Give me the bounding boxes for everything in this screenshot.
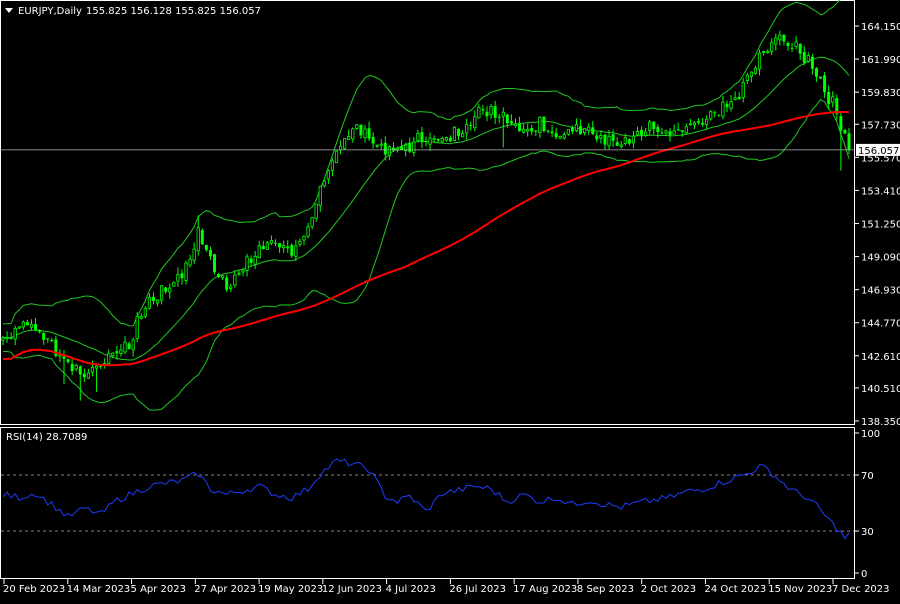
rsi-title: RSI(14) 28.7089 bbox=[6, 432, 87, 443]
rsi-tick-label: 70 bbox=[861, 471, 874, 482]
time-tick-label: 15 Nov 2023 bbox=[768, 584, 832, 595]
main-panel bbox=[0, 0, 855, 425]
candle bbox=[135, 312, 139, 343]
candle bbox=[558, 135, 562, 139]
candle bbox=[290, 243, 294, 258]
price-tick-label: 138.350 bbox=[861, 417, 900, 428]
chart-title-group: EURJPY,Daily 155.825 156.128 155.825 156… bbox=[5, 6, 261, 17]
candle bbox=[542, 116, 546, 133]
candle bbox=[343, 138, 347, 150]
candle bbox=[213, 253, 216, 275]
price-tick-label: 140.510 bbox=[861, 384, 900, 395]
time-tick-label: 20 Feb 2023 bbox=[3, 584, 65, 595]
price-tick-label: 153.410 bbox=[861, 186, 900, 197]
time-tick-label: 14 Mar 2023 bbox=[67, 584, 130, 595]
candle bbox=[334, 150, 339, 164]
time-axis: 20 Feb 2023 14 Mar 2023 5 Apr 2023 27 Apr 2… bbox=[3, 579, 890, 595]
time-tick-label: 5 Apr 2023 bbox=[131, 584, 186, 595]
time-tick-label: 2 Oct 2023 bbox=[641, 584, 696, 595]
symbol-title: EURJPY,Daily bbox=[18, 6, 82, 17]
price-tick-label: 164.150 bbox=[861, 22, 900, 33]
price-tick-label: 144.770 bbox=[861, 319, 900, 330]
price-tick-label: 155.570 bbox=[861, 153, 900, 164]
time-tick-label: 27 Apr 2023 bbox=[194, 584, 256, 595]
candle bbox=[452, 126, 457, 142]
candle bbox=[143, 306, 147, 319]
time-tick-label: 26 Jul 2023 bbox=[449, 584, 506, 595]
price-tick-label: 142.610 bbox=[861, 352, 900, 363]
rsi-tick-label: 100 bbox=[861, 429, 880, 440]
price-axis: 164.150 161.990 159.830 157.730 155.570 153.4… bbox=[855, 22, 900, 428]
price-tick-label: 146.930 bbox=[861, 286, 900, 297]
candle bbox=[843, 129, 847, 134]
price-tick-label: 149.090 bbox=[861, 253, 900, 264]
chart-window[interactable]: 156.057 164.150 161.990 159.830 157.730 155.… bbox=[0, 0, 900, 600]
time-tick-label: 7 Dec 2023 bbox=[832, 584, 890, 595]
time-tick-label: 19 May 2023 bbox=[258, 584, 323, 595]
candle bbox=[709, 110, 713, 121]
time-tick-label: 24 Oct 2023 bbox=[704, 584, 766, 595]
price-tick-label: 159.830 bbox=[861, 88, 900, 99]
price-tick-label: 157.730 bbox=[861, 120, 900, 131]
candle bbox=[200, 228, 204, 246]
rsi-tick-label: 0 bbox=[861, 569, 867, 580]
rsi-tick-label: 30 bbox=[861, 527, 874, 538]
time-tick-label: 8 Sep 2023 bbox=[577, 584, 634, 595]
price-tick-label: 151.250 bbox=[861, 220, 900, 231]
price-tick-label: 161.990 bbox=[861, 55, 900, 66]
chart-canvas[interactable]: 156.057 164.150161.990159.830157.730155.… bbox=[0, 0, 900, 600]
time-tick-label: 12 Jun 2023 bbox=[322, 584, 382, 595]
rsi-panel bbox=[0, 427, 855, 579]
time-tick-label: 4 Jul 2023 bbox=[386, 584, 436, 595]
time-tick-label: 17 Aug 2023 bbox=[513, 584, 577, 595]
ohlc-label: 155.825 156.128 155.825 156.057 bbox=[86, 6, 261, 17]
